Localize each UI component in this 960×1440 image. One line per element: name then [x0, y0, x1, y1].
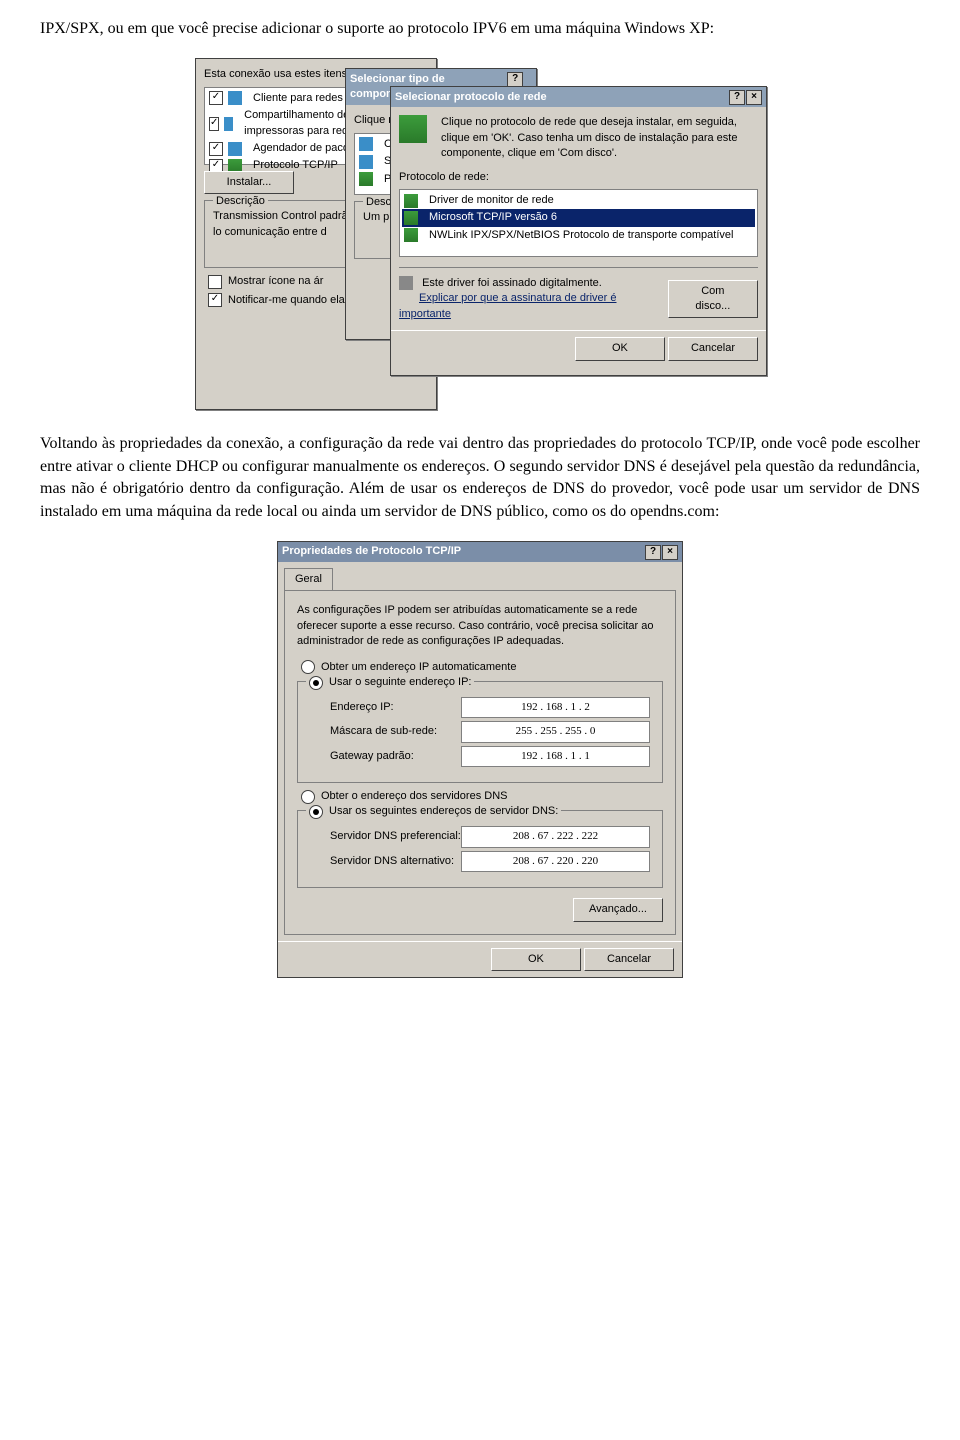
description-heading: Descrição: [213, 194, 268, 209]
middle-paragraph: Voltando às propriedades da conexão, a c…: [40, 433, 920, 523]
select-network-protocol-window: Selecionar protocolo de rede ?× Clique n…: [390, 86, 767, 376]
dns1-field[interactable]: 208 . 67 . 222 . 222: [461, 826, 650, 847]
install-button[interactable]: Instalar...: [204, 171, 294, 194]
dialog-stack-image: Esta conexão usa estes itens: ✓Cliente p…: [40, 58, 920, 413]
list-item[interactable]: NWLink IPX/SPX/NetBIOS Protocolo de tran…: [402, 227, 755, 244]
radio-label: Obter o endereço dos servidores DNS: [321, 789, 507, 804]
why-signature-link[interactable]: Explicar por que a assinatura de driver …: [399, 292, 617, 319]
radio-static-dns[interactable]: Usar os seguintes endereços de servidor …: [309, 804, 558, 819]
client-icon: [359, 137, 373, 151]
cancel-button[interactable]: Cancelar: [584, 948, 674, 971]
checkbox-icon[interactable]: ✓: [209, 117, 219, 131]
service-icon: [359, 155, 373, 169]
checkbox-icon[interactable]: ✓: [209, 91, 223, 105]
window-title: Propriedades de Protocolo TCP/IP: [282, 544, 461, 559]
protocol-list[interactable]: Driver de monitor de rede Microsoft TCP/…: [399, 189, 758, 257]
tcpip-properties-window: Propriedades de Protocolo TCP/IP ?× Gera…: [277, 541, 683, 978]
show-icon-label: Mostrar ícone na ár: [228, 274, 323, 289]
checkbox-icon[interactable]: ✓: [208, 293, 222, 307]
list-item[interactable]: Driver de monitor de rede: [402, 192, 755, 209]
radio-auto-ip[interactable]: Obter um endereço IP automaticamente: [301, 660, 663, 675]
checkbox-icon[interactable]: [208, 275, 222, 289]
advanced-button[interactable]: Avançado...: [573, 898, 663, 921]
com-disco-button[interactable]: Com disco...: [668, 280, 758, 319]
close-icon[interactable]: ×: [662, 545, 678, 560]
radio-static-ip[interactable]: Usar o seguinte endereço IP:: [309, 675, 471, 690]
gateway-field[interactable]: 192 . 168 . 1 . 1: [461, 746, 650, 767]
static-ip-group: Usar o seguinte endereço IP: Endereço IP…: [297, 681, 663, 783]
protocol-icon: [359, 172, 373, 186]
cancel-button[interactable]: Cancelar: [668, 337, 758, 360]
mask-label: Máscara de sub-rede:: [330, 724, 461, 739]
radio-icon[interactable]: [309, 805, 323, 819]
ok-button[interactable]: OK: [575, 337, 665, 360]
radio-label: Usar os seguintes endereços de servidor …: [329, 804, 558, 819]
list-item-selected[interactable]: Microsoft TCP/IP versão 6: [402, 209, 755, 226]
titlebar: Selecionar protocolo de rede ?×: [391, 87, 766, 107]
gateway-label: Gateway padrão:: [330, 749, 461, 764]
ip-label: Endereço IP:: [330, 700, 461, 715]
net-icon: [404, 194, 418, 208]
dns2-field[interactable]: 208 . 67 . 220 . 220: [461, 851, 650, 872]
item-label: Driver de monitor de rede: [429, 193, 554, 208]
static-dns-group: Usar os seguintes endereços de servidor …: [297, 810, 663, 888]
protocol-large-icon: [399, 115, 427, 143]
protocol-group-label: Protocolo de rede:: [399, 170, 758, 185]
intro-paragraph: IPX/SPX, ou em que você precise adiciona…: [40, 18, 920, 40]
radio-icon[interactable]: [309, 676, 323, 690]
signed-text: Este driver foi assinado digitalmente.: [422, 277, 602, 289]
item-label: Microsoft TCP/IP versão 6: [429, 210, 557, 225]
dns2-label: Servidor DNS alternativo:: [330, 854, 461, 869]
tab-geral[interactable]: Geral: [284, 568, 333, 590]
dns1-label: Servidor DNS preferencial:: [330, 829, 461, 844]
net-icon: [404, 228, 418, 242]
item-label: NWLink IPX/SPX/NetBIOS Protocolo de tran…: [429, 228, 733, 243]
mask-field[interactable]: 255 . 255 . 255 . 0: [461, 721, 650, 742]
checkbox-icon[interactable]: ✓: [209, 142, 223, 156]
signed-icon: [399, 276, 413, 290]
share-icon: [224, 117, 233, 131]
radio-label: Obter um endereço IP automaticamente: [321, 660, 516, 675]
qos-icon: [228, 142, 242, 156]
net-icon: [404, 211, 418, 225]
titlebar: Propriedades de Protocolo TCP/IP ?×: [278, 542, 682, 562]
instruction-text: Clique no protocolo de rede que deseja i…: [441, 115, 758, 161]
help-icon[interactable]: ?: [507, 72, 523, 87]
window-title: Selecionar protocolo de rede: [395, 90, 547, 105]
radio-label: Usar o seguinte endereço IP:: [329, 675, 471, 690]
close-icon[interactable]: ×: [746, 90, 762, 105]
radio-auto-dns: Obter o endereço dos servidores DNS: [301, 789, 663, 804]
help-icon[interactable]: ?: [645, 545, 661, 560]
client-icon: [228, 91, 242, 105]
ip-field[interactable]: 192 . 168 . 1 . 2: [461, 697, 650, 718]
radio-icon[interactable]: [301, 660, 315, 674]
tcpip-intro-text: As configurações IP podem ser atribuídas…: [297, 603, 663, 649]
radio-icon: [301, 790, 315, 804]
help-icon[interactable]: ?: [729, 90, 745, 105]
ok-button[interactable]: OK: [491, 948, 581, 971]
